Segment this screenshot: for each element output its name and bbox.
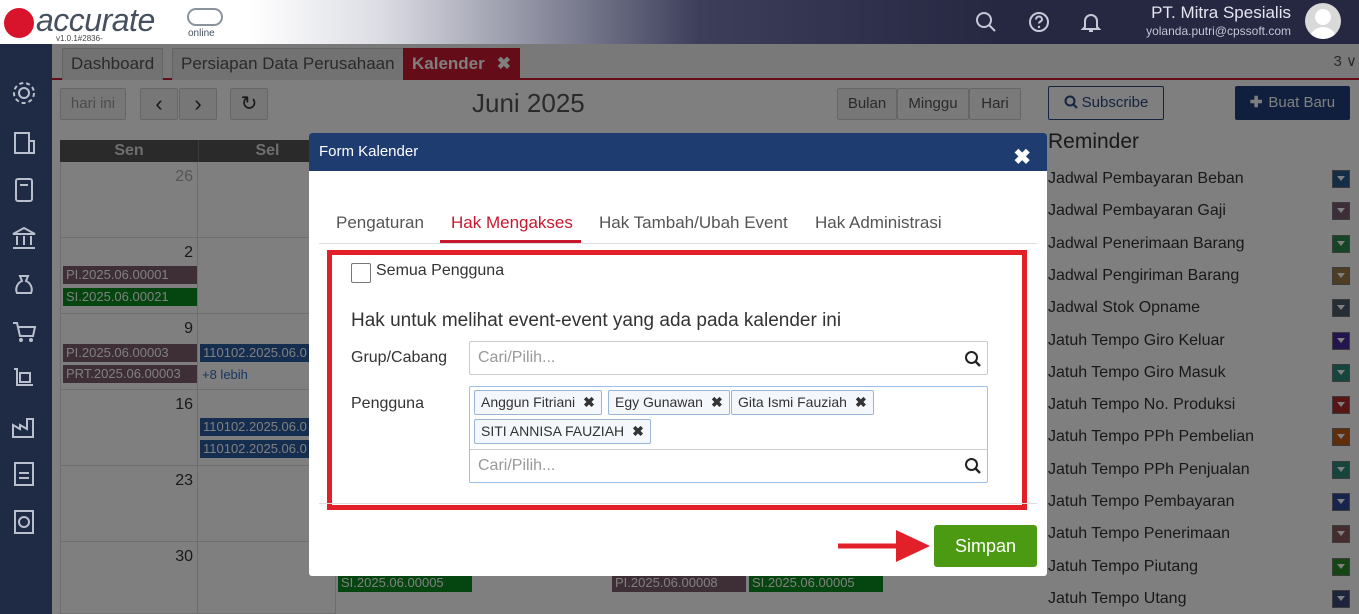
gear-icon[interactable]: [10, 79, 38, 107]
user-chip: Gita Ismi Fauziah ✖: [731, 390, 874, 415]
semua-pengguna-label[interactable]: Semua Pengguna: [376, 262, 504, 280]
dialog-header: Form Kalender ✖: [309, 133, 1047, 171]
tab-divider: [319, 243, 1037, 244]
close-icon[interactable]: ✖: [1013, 139, 1031, 177]
chip-label: Gita Ismi Fauziah: [738, 394, 847, 410]
grup-cabang-label: Grup/Cabang: [351, 349, 448, 366]
chip-label: SITI ANNISA FAUZIAH: [481, 423, 625, 439]
tab-hak-mengakses[interactable]: Hak Mengakses: [451, 213, 573, 233]
avatar[interactable]: [1305, 3, 1341, 39]
inventory-cart-icon[interactable]: [10, 365, 38, 393]
chip-label: Anggun Fitriani: [481, 394, 576, 410]
user-email: yolanda.putri@cpssoft.com: [1146, 24, 1291, 38]
cart-icon[interactable]: [10, 318, 38, 346]
pengguna-search-input[interactable]: Cari/Pilih...: [470, 449, 987, 482]
semua-pengguna-checkbox[interactable]: [351, 263, 371, 283]
bell-icon[interactable]: [1079, 10, 1103, 34]
account-info[interactable]: PT. Mitra Spesialis yolanda.putri@cpssof…: [1146, 3, 1291, 38]
tab-hak-administrasi[interactable]: Hak Administrasi: [815, 213, 942, 233]
user-chip: Egy Gunawan ✖: [608, 390, 730, 415]
active-tab-underline: [440, 240, 581, 243]
cloud-icon: [187, 8, 223, 26]
remove-chip-icon[interactable]: ✖: [855, 394, 867, 410]
save-button[interactable]: Simpan: [934, 525, 1037, 567]
search-icon[interactable]: [964, 350, 982, 368]
pengguna-placeholder: Cari/Pilih...: [478, 457, 556, 474]
tab-hak-tambah-ubah-event[interactable]: Hak Tambah/Ubah Event: [599, 213, 788, 233]
remove-chip-icon[interactable]: ✖: [711, 394, 723, 410]
report-chart-icon[interactable]: [10, 508, 38, 536]
user-chip: Anggun Fitriani ✖: [474, 390, 602, 415]
tax-icon[interactable]: [10, 460, 38, 488]
factory-icon[interactable]: [10, 413, 38, 441]
pengguna-multiselect[interactable]: Anggun Fitriani ✖ Egy Gunawan ✖ Gita Ismi …: [469, 386, 988, 483]
grup-cabang-input[interactable]: Cari/Pilih...: [469, 341, 988, 375]
book-icon[interactable]: [10, 176, 38, 204]
pengguna-label: Pengguna: [351, 395, 424, 412]
top-bar: accurate online v1.0.1#2836-1680003 PT. …: [0, 0, 1359, 52]
bank-icon[interactable]: [10, 224, 38, 252]
search-icon[interactable]: [964, 457, 982, 475]
company-name: PT. Mitra Spesialis: [1151, 3, 1291, 22]
search-icon[interactable]: [974, 10, 998, 34]
logo-mark-icon: [4, 8, 34, 38]
building-icon[interactable]: [10, 129, 38, 157]
form-kalender-dialog: Form Kalender ✖ Pengaturan Hak Mengakses…: [309, 133, 1047, 576]
help-icon[interactable]: [1027, 10, 1051, 34]
logo-subtext: online: [188, 28, 215, 39]
money-bag-icon[interactable]: [10, 271, 38, 299]
sidebar: [0, 44, 52, 614]
grup-cabang-placeholder: Cari/Pilih...: [478, 349, 556, 366]
dialog-title: Form Kalender: [319, 143, 419, 160]
footer-divider: [319, 503, 1037, 504]
tab-pengaturan[interactable]: Pengaturan: [336, 213, 424, 233]
chip-label: Egy Gunawan: [615, 394, 703, 410]
arrow-pointer-icon: [838, 530, 930, 562]
remove-chip-icon[interactable]: ✖: [583, 394, 595, 410]
remove-chip-icon[interactable]: ✖: [632, 423, 644, 439]
user-chip: SITI ANNISA FAUZIAH ✖: [474, 419, 651, 444]
section-title: Hak untuk melihat event-event yang ada p…: [351, 310, 842, 331]
